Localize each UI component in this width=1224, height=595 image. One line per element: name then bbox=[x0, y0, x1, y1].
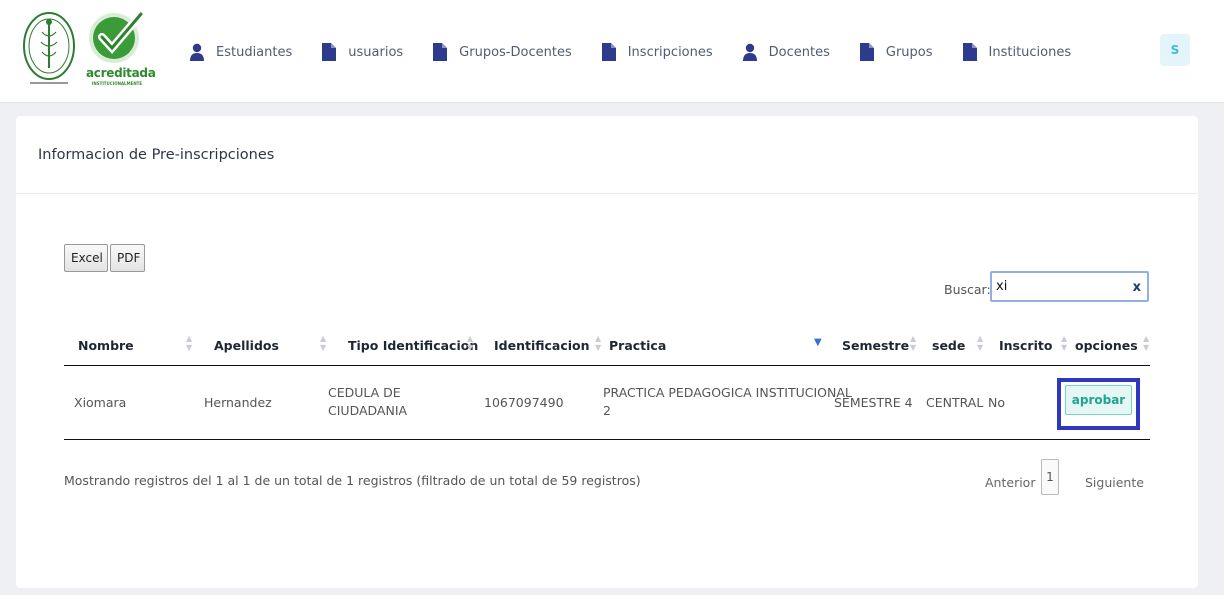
user-icon bbox=[742, 43, 757, 61]
search-input-value: xi bbox=[996, 279, 1008, 294]
cell-tipo-line2: CIUDADANIA bbox=[328, 403, 408, 418]
cell-inscrito: No bbox=[988, 395, 1005, 410]
cell-semestre: SEMESTRE 4 bbox=[834, 395, 913, 410]
user-avatar[interactable]: S bbox=[1160, 34, 1190, 66]
excel-export-button[interactable]: Excel bbox=[64, 244, 108, 272]
file-icon bbox=[601, 43, 616, 61]
nav-label: Estudiantes bbox=[216, 44, 293, 60]
approve-button[interactable]: aprobar bbox=[1065, 385, 1132, 415]
sort-arrows-icon[interactable]: ▲ ▼ bbox=[595, 334, 603, 354]
cell-sede: CENTRAL bbox=[926, 395, 984, 410]
nav-item-grupos[interactable]: Grupos bbox=[859, 43, 933, 61]
cell-practica-line1: PRACTICA PEDAGOGICA INSTITUCIONAL bbox=[603, 385, 852, 400]
nav-label: usuarios bbox=[348, 44, 404, 60]
search-label: Buscar: bbox=[944, 282, 991, 297]
university-seal-logo bbox=[22, 10, 76, 88]
table-header-row: Nombre ▲ ▼ Apellidos ▲ ▼ Tipo Identificaci… bbox=[64, 324, 1150, 366]
column-header-semestre[interactable]: Semestre bbox=[842, 324, 909, 366]
cell-nombre: Xiomara bbox=[74, 395, 127, 410]
nav-item-estudiantes[interactable]: Estudiantes bbox=[190, 43, 292, 61]
acreditada-logo: acreditada INSTITUCIONALMENTE bbox=[86, 10, 156, 90]
sort-arrows-icon[interactable]: ▲ ▼ bbox=[186, 334, 194, 354]
top-navbar: acreditada INSTITUCIONALMENTE Estudiante… bbox=[0, 0, 1224, 103]
nav-item-grupos-docentes[interactable]: Grupos-Docentes bbox=[433, 43, 572, 61]
nav-item-instituciones[interactable]: Instituciones bbox=[962, 43, 1072, 61]
nav-label: Instituciones bbox=[988, 44, 1072, 60]
pagination-next[interactable]: Siguiente bbox=[1085, 475, 1144, 490]
file-icon bbox=[322, 43, 337, 61]
pdf-export-button[interactable]: PDF bbox=[110, 244, 145, 272]
acreditada-text: acreditada bbox=[86, 66, 156, 80]
sort-arrows-icon[interactable]: ▲ ▼ bbox=[910, 334, 918, 354]
search-input[interactable]: xi x bbox=[990, 271, 1149, 302]
cell-practica-line2: 2 bbox=[603, 403, 611, 418]
cell-identificacion: 1067097490 bbox=[484, 395, 564, 410]
sort-arrows-icon[interactable]: ▲ ▼ bbox=[1061, 334, 1069, 354]
nav-label: Grupos-Docentes bbox=[459, 44, 572, 60]
clear-search-icon[interactable]: x bbox=[1133, 280, 1141, 295]
column-header-nombre[interactable]: Nombre bbox=[78, 324, 134, 366]
column-header-inscrito[interactable]: Inscrito bbox=[999, 324, 1052, 366]
nav-label: Docentes bbox=[768, 44, 830, 60]
pagination-previous[interactable]: Anterior bbox=[985, 475, 1035, 490]
file-icon bbox=[962, 43, 977, 61]
column-header-practica[interactable]: Practica bbox=[609, 324, 666, 366]
card-title: Informacion de Pre-inscripciones bbox=[38, 146, 275, 163]
column-header-sede[interactable]: sede bbox=[932, 324, 965, 366]
sort-arrows-icon[interactable]: ▲ ▼ bbox=[320, 334, 328, 354]
sort-desc-icon[interactable]: ▼ bbox=[814, 338, 822, 358]
table-info-text: Mostrando registros del 1 al 1 de un tot… bbox=[64, 473, 641, 488]
main-nav: Estudiantes usuarios Grupos-Docentes Ins… bbox=[190, 40, 1101, 64]
nav-item-docentes[interactable]: Docentes bbox=[742, 43, 830, 61]
cell-practica: PRACTICA PEDAGOGICA INSTITUCIONAL 2 bbox=[603, 384, 852, 420]
sort-arrows-icon[interactable]: ▲ ▼ bbox=[977, 334, 985, 354]
sort-arrows-icon[interactable]: ▲ ▼ bbox=[1143, 334, 1151, 354]
cell-tipo-line1: CEDULA DE bbox=[328, 385, 401, 400]
column-header-apellidos[interactable]: Apellidos bbox=[214, 324, 279, 366]
file-icon bbox=[859, 43, 874, 61]
column-header-identificacion[interactable]: Identificacion bbox=[494, 324, 590, 366]
preinscripciones-table: Nombre ▲ ▼ Apellidos ▲ ▼ Tipo Identificaci… bbox=[64, 324, 1150, 440]
sort-arrows-icon[interactable]: ▲ ▼ bbox=[467, 334, 475, 354]
acreditada-subtext: INSTITUCIONALMENTE bbox=[91, 81, 143, 86]
card-header: Informacion de Pre-inscripciones bbox=[16, 116, 1198, 194]
nav-label: Inscripciones bbox=[627, 44, 713, 60]
file-icon bbox=[433, 43, 448, 61]
nav-item-inscripciones[interactable]: Inscripciones bbox=[601, 43, 713, 61]
column-header-tipo-identificacion[interactable]: Tipo Identificacion bbox=[348, 324, 478, 366]
cell-apellidos: Hernandez bbox=[204, 395, 272, 410]
column-header-opciones[interactable]: opciones bbox=[1075, 324, 1138, 366]
cell-tipo-identificacion: CEDULA DE CIUDADANIA bbox=[328, 384, 407, 420]
table-row: Xiomara Hernandez CEDULA DE CIUDADANIA 1… bbox=[64, 366, 1150, 440]
nav-item-usuarios[interactable]: usuarios bbox=[322, 43, 403, 61]
preinscripciones-card: Informacion de Pre-inscripciones Excel P… bbox=[16, 116, 1198, 588]
nav-label: Grupos bbox=[885, 44, 933, 60]
user-icon bbox=[190, 43, 204, 61]
pagination-page-current[interactable]: 1 bbox=[1041, 459, 1059, 495]
